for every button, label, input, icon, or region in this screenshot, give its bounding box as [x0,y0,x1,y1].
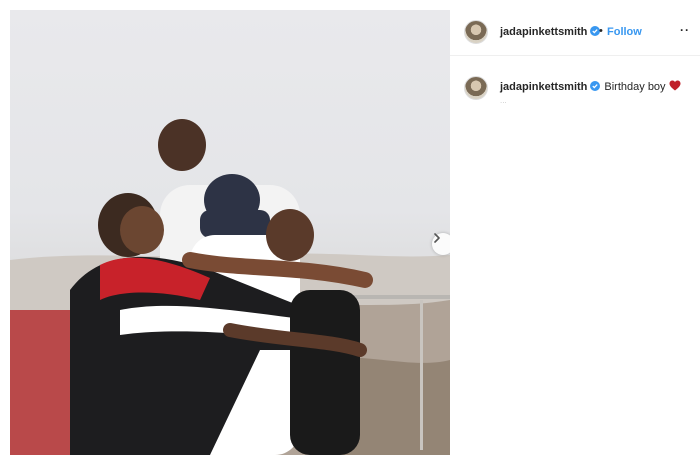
post-header: jadapinkettsmith • Follow ·· [450,10,700,56]
header-username-text[interactable]: jadapinkettsmith [500,26,587,38]
caption-line: jadapinkettsmith Birthday boy [500,80,681,93]
post-sidebar: jadapinkettsmith • Follow ·· jadapinkett… [450,10,700,455]
follow-button[interactable]: Follow [607,26,642,38]
separator-dot: • [599,25,603,37]
caption-username[interactable]: jadapinkettsmith [500,81,587,93]
caption-avatar[interactable] [464,76,488,100]
chevron-right-icon [434,233,440,243]
heart-emoji-icon [669,80,681,91]
more-options-icon[interactable]: ·· [680,23,690,37]
caption-text: Birthday boy [604,81,666,93]
instagram-post: jadapinkettsmith • Follow ·· jadapinkett… [0,0,700,465]
header-username[interactable]: jadapinkettsmith [500,26,601,38]
photo-illustration [10,119,450,455]
verified-badge-icon [590,81,601,91]
avatar[interactable] [464,20,488,44]
next-photo-button[interactable] [432,233,450,255]
caption-truncation[interactable]: ... [500,96,507,105]
post-photo[interactable] [10,10,450,455]
